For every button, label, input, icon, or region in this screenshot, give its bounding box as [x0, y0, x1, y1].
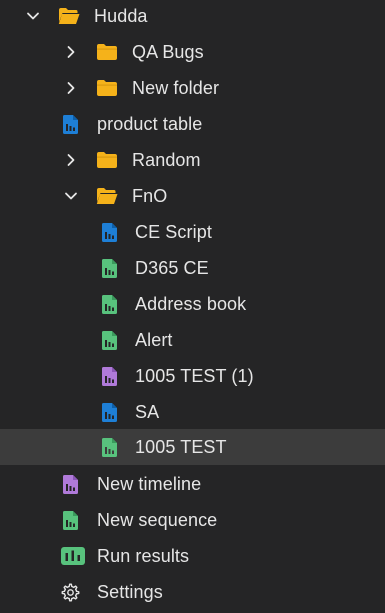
chevron-down-icon[interactable]: [26, 9, 40, 23]
tree-item-alert[interactable]: Alert: [0, 322, 385, 358]
tree-item-label: Alert: [135, 329, 173, 350]
tree-item-label: QA Bugs: [132, 41, 204, 62]
tree-item-label: SA: [135, 401, 160, 422]
new-sequence-button[interactable]: New sequence: [0, 502, 385, 538]
chart-file-icon: [63, 114, 78, 134]
folder-open-icon: [58, 7, 80, 25]
tree-item-product-table[interactable]: product table: [0, 106, 385, 142]
tree-item-label: D365 CE: [135, 257, 209, 278]
chart-file-icon: [102, 437, 117, 457]
chevron-right-icon[interactable]: [64, 81, 78, 95]
chart-file-icon: [102, 366, 117, 386]
chevron-right-icon[interactable]: [64, 153, 78, 167]
folder-open-icon: [96, 187, 118, 205]
run-results-button[interactable]: Run results: [0, 538, 385, 574]
tree-item-fno[interactable]: FnO: [0, 178, 385, 214]
bar-chart-icon: [61, 547, 85, 565]
chart-file-icon: [102, 402, 117, 422]
tree-item-label: New folder: [132, 77, 220, 98]
chevron-down-icon[interactable]: [64, 189, 78, 203]
tree-item-sa[interactable]: SA: [0, 394, 385, 430]
chart-file-icon: [102, 258, 117, 278]
new-sequence-icon: [63, 510, 78, 530]
tree-item-ce-script[interactable]: CE Script: [0, 214, 385, 250]
tree-item-label: 1005 TEST: [135, 436, 227, 457]
new-sequence-label: New sequence: [97, 509, 218, 530]
tree-item-label: CE Script: [135, 221, 212, 242]
settings-button[interactable]: Settings: [0, 574, 385, 610]
tree-item-qa-bugs[interactable]: QA Bugs: [0, 34, 385, 70]
folder-icon: [96, 79, 118, 97]
tree-item-label: Address book: [135, 293, 247, 314]
tree-item-label: Hudda: [94, 5, 148, 26]
file-tree: Hudda QA Bugs New folder product table R…: [0, 0, 385, 613]
new-timeline-icon: [63, 474, 78, 494]
gear-icon: [61, 582, 80, 602]
chevron-right-icon[interactable]: [64, 45, 78, 59]
tree-item-label: 1005 TEST (1): [135, 365, 254, 386]
tree-item-new-folder[interactable]: New folder: [0, 70, 385, 106]
folder-icon: [96, 151, 118, 169]
chart-file-icon: [102, 330, 117, 350]
tree-item-1005-test[interactable]: 1005 TEST: [0, 429, 385, 465]
tree-item-address-book[interactable]: Address book: [0, 286, 385, 322]
folder-icon: [96, 43, 118, 61]
new-timeline-label: New timeline: [97, 473, 202, 494]
tree-item-random[interactable]: Random: [0, 142, 385, 178]
run-results-label: Run results: [97, 545, 190, 566]
tree-item-label: FnO: [132, 185, 168, 206]
tree-item-1005-test-copy[interactable]: 1005 TEST (1): [0, 358, 385, 394]
tree-item-label: product table: [97, 113, 203, 134]
tree-item-hudda[interactable]: Hudda: [0, 0, 385, 34]
chart-file-icon: [102, 222, 117, 242]
tree-item-d365-ce[interactable]: D365 CE: [0, 250, 385, 286]
settings-label: Settings: [97, 581, 163, 602]
chart-file-icon: [102, 294, 117, 314]
tree-item-label: Random: [132, 149, 201, 170]
new-timeline-button[interactable]: New timeline: [0, 466, 385, 502]
